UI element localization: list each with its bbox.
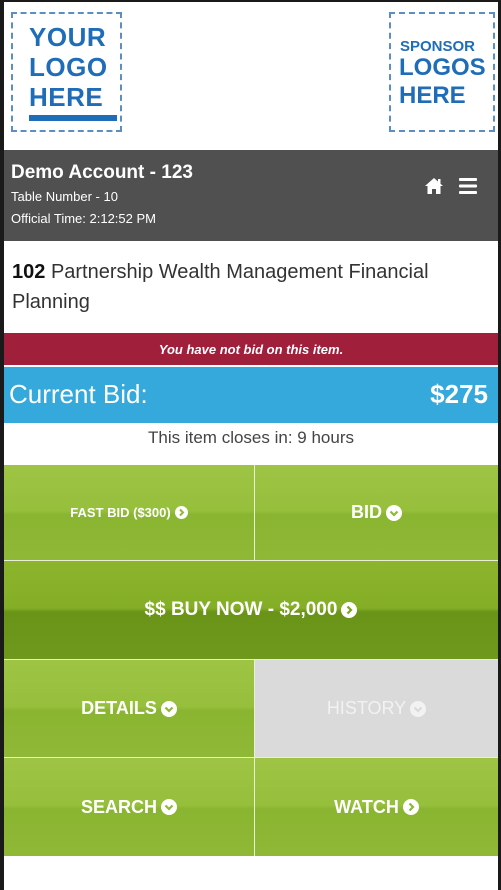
item-title: 102 Partnership Wealth Management Financ… <box>12 257 482 317</box>
menu-icon[interactable] <box>459 178 477 194</box>
sponsor-logo-placeholder: SPONSOR LOGOS HERE <box>389 12 495 132</box>
details-button[interactable]: DETAILS <box>4 660 255 758</box>
fast-bid-button[interactable]: FAST BID ($300) <box>4 465 255 561</box>
watch-label: WATCH <box>334 796 399 817</box>
account-name: Demo Account - 123 <box>11 162 193 183</box>
bid-status-banner: You have not bid on this item. <box>4 333 498 365</box>
current-bid-bar: Current Bid: $275 <box>4 367 498 423</box>
home-icon[interactable] <box>424 176 444 196</box>
history-label: HISTORY <box>326 698 407 718</box>
logo-placeholder: YOUR LOGO HERE <box>11 12 122 132</box>
official-time: Official Time: 2:12:52 PM <box>11 211 156 226</box>
fast-bid-label: FAST BID ($300) <box>70 505 171 520</box>
history-button: HISTORY <box>255 660 498 758</box>
chevron-down-icon <box>410 700 427 717</box>
sponsor-text: LOGOS HERE <box>399 54 486 109</box>
table-number: Table Number - 10 <box>11 189 118 204</box>
chevron-down-icon <box>386 504 402 521</box>
buy-now-button[interactable]: $$ BUY NOW - $2,000 <box>4 561 498 660</box>
sponsor-label: SPONSOR <box>400 38 476 55</box>
logo-text: YOUR LOGO HERE <box>29 22 108 112</box>
chevron-down-icon <box>161 799 177 815</box>
item-name: Partnership Wealth Management Financial … <box>12 261 429 313</box>
buy-now-label: $$ BUY NOW - $2,000 <box>144 599 338 620</box>
closing-time-text: This item closes in: 9 hours <box>148 428 354 447</box>
current-bid-value: $275 <box>430 379 488 409</box>
search-button[interactable]: SEARCH <box>4 758 255 856</box>
bid-button[interactable]: BID <box>255 465 498 561</box>
chevron-right-icon <box>402 799 419 815</box>
chevron-down-icon <box>160 700 177 717</box>
watch-button[interactable]: WATCH <box>255 758 498 856</box>
logo-underline <box>29 115 117 121</box>
details-label: DETAILS <box>81 698 157 718</box>
chevron-right-icon <box>174 506 188 519</box>
account-header: Demo Account - 123 Table Number - 10 Off… <box>4 150 498 241</box>
item-number: 102 <box>12 261 46 283</box>
current-bid-label: Current Bid: <box>9 379 148 409</box>
bid-label: BID <box>351 502 382 522</box>
chevron-right-icon <box>341 602 358 618</box>
search-label: SEARCH <box>80 796 157 817</box>
